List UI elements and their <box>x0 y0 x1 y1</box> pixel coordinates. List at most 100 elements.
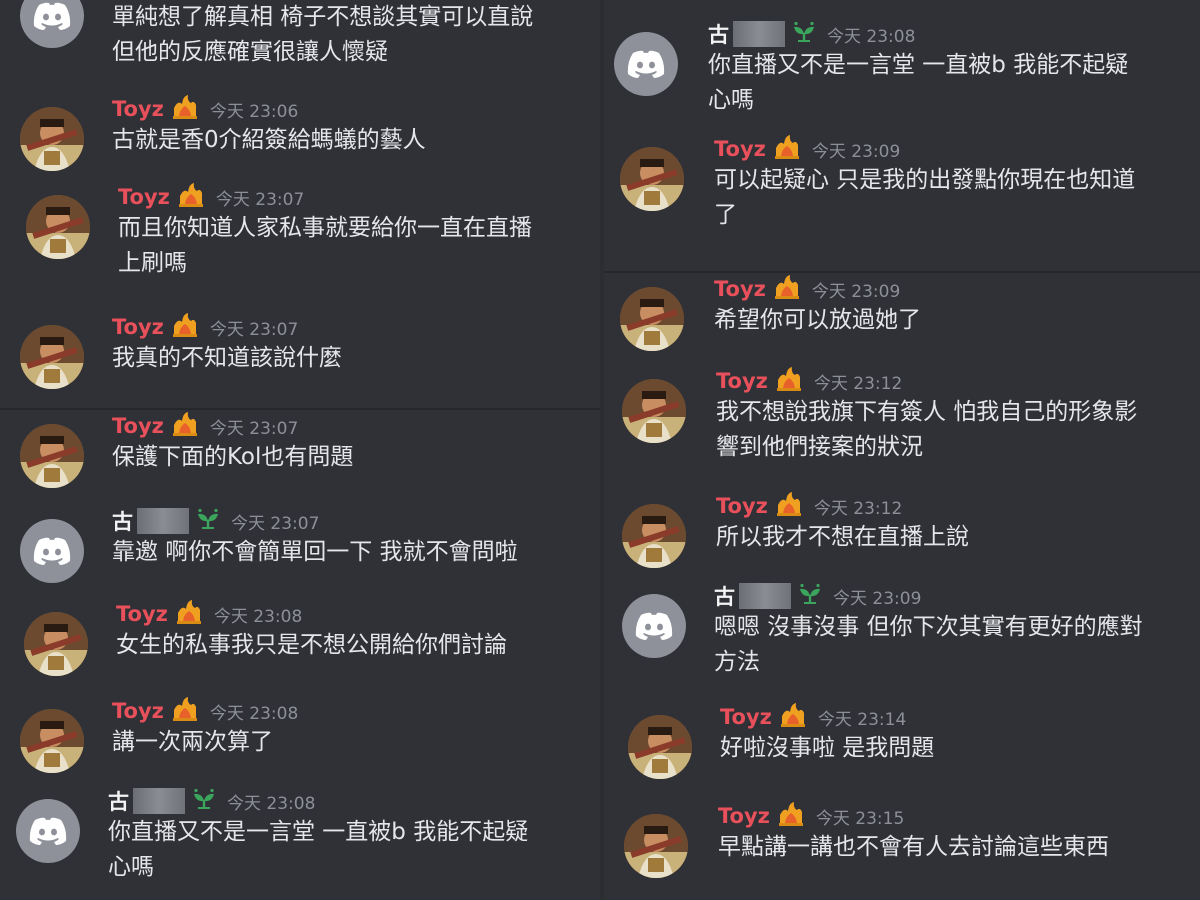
flame-crown-icon <box>170 94 200 124</box>
message-header: Toyz 今天 23:08 <box>112 697 298 725</box>
flame-crown-icon <box>776 801 806 831</box>
message-header: Toyz 今天 23:12 <box>716 492 902 520</box>
user-photo-avatar[interactable] <box>620 147 684 211</box>
message-timestamp: 今天 23:07 <box>209 319 299 340</box>
author-name[interactable]: Toyz <box>112 414 164 438</box>
message-header: Toyz 今天 23:09 <box>714 135 900 163</box>
right-chat-panel: 古 今天 23:08 你直播又不是一言堂 一直被b 我能不起疑 心嗎 Toyz 今天 2… <box>604 0 1200 900</box>
discord-logo-icon[interactable] <box>16 799 80 863</box>
leaf-sprout-icon <box>191 788 217 814</box>
flame-crown-icon <box>174 599 204 629</box>
message-header: 古 今天 23:08 <box>708 20 915 48</box>
author-name[interactable]: Toyz <box>714 137 766 161</box>
message-header: Toyz 今天 23:08 <box>116 600 302 628</box>
message-timestamp: 今天 23:14 <box>817 709 907 730</box>
leaf-sprout-icon <box>791 21 817 47</box>
left-chat-panel: 古今天 23:02單純想了解真相 椅子不想談其實可以直說 但他的反應確實很讓人懷… <box>0 0 600 900</box>
user-photo-avatar[interactable] <box>620 287 684 351</box>
message-text: 早點講一講也不會有人去討論這些東西 <box>718 834 1109 860</box>
author-name[interactable]: 古 <box>714 581 735 611</box>
author-name[interactable]: Toyz <box>720 705 772 729</box>
user-photo-avatar[interactable] <box>622 504 686 568</box>
flame-crown-icon <box>772 134 802 164</box>
message-timestamp: 今天 23:06 <box>209 101 299 122</box>
message-header: Toyz 今天 23:12 <box>716 367 902 395</box>
section-divider <box>0 408 600 410</box>
user-photo-avatar[interactable] <box>26 195 90 259</box>
message-header: 古 今天 23:09 <box>714 582 921 610</box>
message-text: 我真的不知道該說什麼 <box>112 345 342 371</box>
message-text: 我不想說我旗下有簽人 怕我自己的形象影 響到他們接案的狀況 <box>716 399 1138 460</box>
message-header: 古 今天 23:08 <box>108 787 315 815</box>
redacted-name-block <box>733 21 785 47</box>
message-timestamp: 今天 23:07 <box>209 418 299 439</box>
user-photo-avatar[interactable] <box>24 612 88 676</box>
message-timestamp: 今天 23:07 <box>215 189 305 210</box>
user-photo-avatar[interactable] <box>20 107 84 171</box>
user-photo-avatar[interactable] <box>20 709 84 773</box>
discord-logo-icon[interactable] <box>20 519 84 583</box>
flame-crown-icon <box>170 312 200 342</box>
user-photo-avatar[interactable] <box>20 325 84 389</box>
flame-crown-icon <box>778 702 808 732</box>
author-name[interactable]: Toyz <box>118 185 170 209</box>
flame-crown-icon <box>170 696 200 726</box>
author-name[interactable]: Toyz <box>112 699 164 723</box>
discord-logo-icon[interactable] <box>20 0 84 48</box>
message-timestamp: 今天 23:08 <box>213 606 303 627</box>
message-text: 單純想了解真相 椅子不想談其實可以直說 但他的反應確實很讓人懷疑 <box>112 4 534 65</box>
message-timestamp: 今天 23:09 <box>811 281 901 302</box>
redacted-name-block <box>133 788 185 814</box>
message-header: Toyz 今天 23:06 <box>112 95 298 123</box>
message-header: 古 今天 23:07 <box>112 507 319 535</box>
redacted-name-block <box>137 508 189 534</box>
message-text: 嗯嗯 沒事沒事 但你下次其實有更好的應對 方法 <box>714 614 1143 675</box>
message-timestamp: 今天 23:07 <box>231 513 320 534</box>
message-text: 而且你知道人家私事就要給你一直在直播 上刷嗎 <box>118 215 532 276</box>
message-timestamp: 今天 23:08 <box>227 793 316 814</box>
message-text: 靠邀 啊你不會簡單回一下 我就不會問啦 <box>112 539 518 565</box>
user-photo-avatar[interactable] <box>20 424 84 488</box>
discord-logo-icon[interactable] <box>614 32 678 96</box>
message-timestamp: 今天 23:08 <box>827 26 916 47</box>
message-timestamp: 今天 23:12 <box>813 373 903 394</box>
message-timestamp: 今天 23:12 <box>813 498 903 519</box>
message-header: Toyz 今天 23:15 <box>718 802 904 830</box>
redacted-name-block <box>739 583 791 609</box>
user-photo-avatar[interactable] <box>628 715 692 779</box>
author-name[interactable]: 古 <box>108 786 129 816</box>
message-timestamp: 今天 23:09 <box>833 588 922 609</box>
author-name[interactable]: Toyz <box>714 277 766 301</box>
message-text: 女生的私事我只是不想公開給你們討論 <box>116 632 507 658</box>
message-header: Toyz 今天 23:07 <box>112 412 298 440</box>
author-name[interactable]: 古 <box>708 19 729 49</box>
message-text: 希望你可以放過她了 <box>714 307 921 333</box>
flame-crown-icon <box>774 366 804 396</box>
author-name[interactable]: Toyz <box>716 369 768 393</box>
message-timestamp: 今天 23:09 <box>811 141 901 162</box>
message-text: 古就是香0介紹簽給螞蟻的藝人 <box>112 127 426 153</box>
author-name[interactable]: Toyz <box>716 494 768 518</box>
author-name[interactable]: 古 <box>112 506 133 536</box>
user-photo-avatar[interactable] <box>622 379 686 443</box>
message-text: 好啦沒事啦 是我問題 <box>720 735 935 761</box>
section-divider <box>604 271 1200 273</box>
message-text: 你直播又不是一言堂 一直被b 我能不起疑 心嗎 <box>108 819 529 880</box>
flame-crown-icon <box>170 411 200 441</box>
flame-crown-icon <box>774 491 804 521</box>
leaf-sprout-icon <box>797 583 823 609</box>
leaf-sprout-icon <box>195 508 221 534</box>
author-name[interactable]: Toyz <box>112 97 164 121</box>
discord-logo-icon[interactable] <box>622 594 686 658</box>
message-timestamp: 今天 23:08 <box>209 703 299 724</box>
message-text: 講一次兩次算了 <box>112 729 273 755</box>
message-text: 保護下面的Kol也有問題 <box>112 444 354 470</box>
user-photo-avatar[interactable] <box>624 814 688 878</box>
message-header: Toyz 今天 23:09 <box>714 275 900 303</box>
message-text: 你直播又不是一言堂 一直被b 我能不起疑 心嗎 <box>708 52 1129 113</box>
author-name[interactable]: Toyz <box>116 602 168 626</box>
author-name[interactable]: Toyz <box>718 804 770 828</box>
author-name[interactable]: Toyz <box>112 315 164 339</box>
message-timestamp: 今天 23:15 <box>815 808 905 829</box>
message-text: 可以起疑心 只是我的出發點你現在也知道 了 <box>714 167 1136 228</box>
